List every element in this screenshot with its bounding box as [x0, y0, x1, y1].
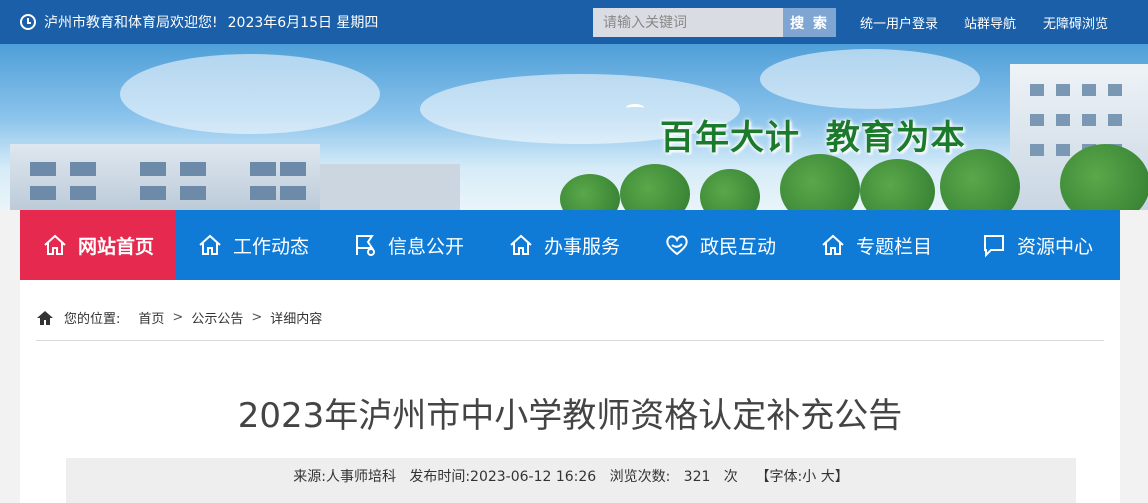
breadcrumb-label: 您的位置:	[64, 312, 121, 327]
breadcrumb: 您的位置: 首页 > 公示公告 > 详细内容	[36, 308, 322, 327]
home-outline-icon	[508, 232, 534, 258]
tree-shape	[780, 154, 860, 210]
article-meta: 来源:人事师培科 发布时间:2023-06-12 16:26 浏览次数: 321…	[66, 458, 1076, 503]
clock-icon	[20, 14, 36, 30]
nav-item-resources[interactable]: 资源中心	[954, 210, 1120, 280]
cloud-shape	[760, 49, 980, 109]
breadcrumb-separator: >	[251, 310, 263, 325]
views-count: 321	[683, 469, 711, 485]
home-outline-icon	[197, 232, 223, 258]
font-small-button[interactable]: 小	[802, 469, 816, 485]
current-date: 2023年6月15日 星期四	[227, 15, 379, 31]
user-login-link[interactable]: 统一用户登录	[860, 0, 938, 44]
nav-item-label: 信息公开	[387, 235, 464, 258]
welcome-area: 泸州市教育和体育局欢迎您! 2023年6月15日 星期四	[20, 0, 378, 44]
nav-item-interaction[interactable]: 政民互动	[642, 210, 798, 280]
publish-label: 发布时间:	[409, 469, 471, 485]
tree-shape	[700, 169, 760, 210]
main-nav: 网站首页 工作动态 信息公开 办事服务 政民互动 专题栏目 资源中心	[20, 210, 1120, 280]
building-left	[10, 144, 320, 210]
content-area: 您的位置: 首页 > 公示公告 > 详细内容 2023年泸州市中小学教师资格认定…	[20, 280, 1120, 503]
nav-item-label: 工作动态	[232, 235, 309, 258]
nav-item-label: 网站首页	[77, 235, 154, 258]
building-middle	[320, 164, 460, 210]
nav-item-label: 资源中心	[1016, 235, 1093, 258]
article-title: 2023年泸州市中小学教师资格认定补充公告	[237, 396, 903, 436]
nav-item-info-disclosure[interactable]: 信息公开	[330, 210, 486, 280]
cloud-shape	[120, 54, 380, 134]
nav-item-label: 办事服务	[543, 235, 620, 258]
font-size-control: 【字体:小 大】	[756, 469, 849, 485]
tree-shape	[620, 164, 690, 210]
search-button[interactable]: 搜 索	[783, 8, 836, 37]
breadcrumb-notices[interactable]: 公示公告	[191, 308, 243, 327]
publish-time: 2023-06-12 16:26	[470, 469, 597, 485]
chat-icon	[981, 232, 1007, 258]
tree-shape	[1060, 144, 1148, 210]
heart-icon	[664, 232, 690, 258]
divider	[36, 340, 1104, 341]
views-label: 浏览次数:	[609, 469, 671, 485]
search-input[interactable]	[593, 8, 783, 37]
bird-shape	[626, 104, 644, 112]
breadcrumb-home[interactable]: 首页	[138, 308, 164, 327]
views-unit: 次	[723, 469, 738, 485]
font-large-button[interactable]: 大	[821, 469, 835, 485]
accessibility-link[interactable]: 无障碍浏览	[1043, 0, 1108, 44]
breadcrumb-separator: >	[172, 310, 184, 325]
top-bar: 泸州市教育和体育局欢迎您! 2023年6月15日 星期四 搜 索 统一用户登录 …	[0, 0, 1148, 44]
banner: 百年大计 教育为本	[0, 44, 1148, 210]
nav-item-home[interactable]: 网站首页	[20, 210, 176, 280]
nav-item-topics[interactable]: 专题栏目	[798, 210, 954, 280]
home-outline-icon	[820, 232, 846, 258]
welcome-text: 泸州市教育和体育局欢迎您!	[44, 15, 218, 31]
home-icon	[37, 310, 53, 325]
nav-item-services[interactable]: 办事服务	[486, 210, 642, 280]
source-value: 人事师培科	[325, 469, 396, 485]
nav-item-label: 政民互动	[699, 235, 776, 258]
nav-item-work-news[interactable]: 工作动态	[176, 210, 330, 280]
banner-slogan: 百年大计 教育为本	[660, 118, 966, 158]
flag-icon	[352, 232, 378, 258]
site-navigation-link[interactable]: 站群导航	[964, 0, 1016, 44]
font-close: 】	[834, 469, 849, 485]
font-label: 【字体:	[755, 469, 803, 485]
tree-shape	[860, 159, 935, 210]
source-label: 来源:	[293, 469, 326, 485]
breadcrumb-current: 详细内容	[270, 312, 323, 327]
tree-shape	[560, 174, 620, 210]
home-icon	[42, 232, 68, 258]
nav-item-label: 专题栏目	[855, 235, 932, 258]
